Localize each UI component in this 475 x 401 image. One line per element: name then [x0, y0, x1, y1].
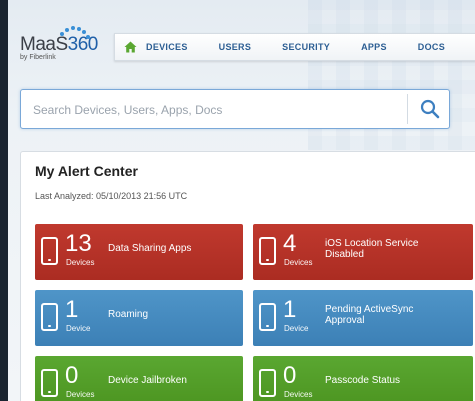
nav-home[interactable]: [115, 41, 146, 53]
nav-security[interactable]: SECURITY: [282, 42, 330, 52]
tile-count: 13: [65, 230, 92, 257]
mobile-device-icon: [41, 369, 58, 397]
tile-label: Data Sharing Apps: [108, 243, 192, 254]
tile-count: 1: [283, 296, 297, 323]
logo-text-number: 360: [67, 34, 99, 55]
search-divider: [407, 94, 408, 124]
tile-unit: Device: [284, 324, 309, 333]
nav-users[interactable]: USERS: [219, 42, 252, 52]
nav-apps[interactable]: APPS: [361, 42, 387, 52]
tile-count: 0: [283, 362, 297, 389]
mobile-device-icon: [259, 369, 276, 397]
maas360-logo[interactable]: MaaS360 by Fiberlink: [20, 26, 99, 61]
alert-tile-device-jailbroken[interactable]: 0 Devices Device Jailbroken: [35, 356, 243, 401]
search-icon: [420, 99, 440, 119]
nav-devices[interactable]: DEVICES: [146, 42, 188, 52]
search-bar: [20, 89, 450, 130]
mobile-device-icon: [41, 237, 58, 265]
nav-docs[interactable]: DOCS: [418, 42, 445, 52]
tile-label: iOS Location Service Disabled: [325, 238, 419, 260]
alert-center-title: My Alert Center: [35, 163, 138, 179]
tile-label: Device Jailbroken: [108, 375, 187, 386]
alert-tile-passcode-status[interactable]: 0 Devices Passcode Status: [253, 356, 473, 401]
mobile-device-icon: [259, 303, 276, 331]
tile-unit: Device: [66, 324, 91, 333]
tile-unit: Devices: [284, 258, 313, 267]
alert-center-panel: My Alert Center Last Analyzed: 05/10/201…: [20, 151, 475, 401]
alert-tile-ios-location-service[interactable]: 4 Devices iOS Location Service Disabled: [253, 224, 473, 280]
search-input[interactable]: [31, 90, 395, 130]
tile-unit: Devices: [66, 258, 95, 267]
tile-label: Pending ActiveSync Approval: [325, 304, 414, 326]
tile-count: 4: [283, 230, 297, 257]
main-nav: DEVICES USERS SECURITY APPS DOCS: [114, 33, 475, 61]
alert-tile-data-sharing-apps[interactable]: 13 Devices Data Sharing Apps: [35, 224, 243, 280]
tile-count: 1: [65, 296, 79, 323]
tile-label: Passcode Status: [325, 375, 401, 386]
alert-tile-pending-activesync[interactable]: 1 Device Pending ActiveSync Approval: [253, 290, 473, 346]
mobile-device-icon: [41, 303, 58, 331]
tile-label: Roaming: [108, 309, 149, 320]
tile-unit: Devices: [66, 390, 95, 399]
home-icon: [124, 41, 137, 53]
search-button[interactable]: [411, 90, 449, 128]
alert-tile-roaming[interactable]: 1 Device Roaming: [35, 290, 243, 346]
logo-text-prefix: MaaS: [20, 34, 68, 55]
app-screen: MaaS360 by Fiberlink DEVICES USERS SECUR…: [8, 0, 475, 401]
tile-count: 0: [65, 362, 79, 389]
last-analyzed-text: Last Analyzed: 05/10/2013 21:56 UTC: [35, 191, 188, 201]
tile-unit: Devices: [284, 390, 313, 399]
mobile-device-icon: [259, 237, 276, 265]
